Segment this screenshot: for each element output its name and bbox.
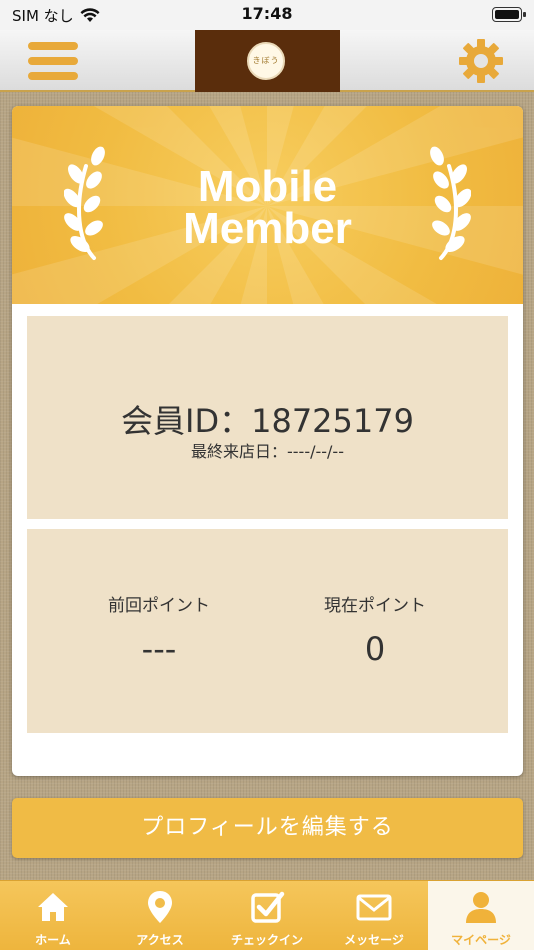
member-card: Mobile Member 会員ID：18725179 最終来店日：----/-… xyxy=(12,106,523,776)
tab-mypage[interactable]: マイページ xyxy=(428,881,534,950)
current-points-label: 現在ポイント xyxy=(324,596,426,616)
tab-access[interactable]: アクセス xyxy=(107,881,213,950)
previous-points-value: --- xyxy=(141,630,177,668)
mail-icon xyxy=(356,894,392,921)
tab-bar: ホーム アクセス チェックイン メッセージ マイページ xyxy=(0,880,534,950)
status-time: 17:48 xyxy=(241,4,293,23)
tab-access-label: アクセス xyxy=(136,933,184,947)
tab-message-label: メッセージ xyxy=(344,933,404,947)
current-points: 現在ポイント 0 xyxy=(255,591,495,668)
battery-icon xyxy=(492,7,526,22)
points-panel: 前回ポイント --- 現在ポイント 0 xyxy=(27,529,508,733)
tab-message[interactable]: メッセージ xyxy=(321,881,427,950)
map-pin-icon xyxy=(148,891,172,923)
tab-home-label: ホーム xyxy=(35,933,71,947)
tab-home[interactable]: ホーム xyxy=(0,881,106,950)
member-id-panel: 会員ID：18725179 最終来店日：----/--/-- xyxy=(27,316,508,519)
previous-points-label: 前回ポイント xyxy=(108,596,210,616)
previous-points: 前回ポイント --- xyxy=(39,591,279,668)
settings-button[interactable] xyxy=(456,36,506,86)
tab-checkin[interactable]: チェックイン xyxy=(214,881,320,950)
logo-mark: きぼう xyxy=(247,42,285,80)
member-banner: Mobile Member xyxy=(12,106,523,304)
app-header: きぼう xyxy=(0,30,534,92)
laurel-right-icon xyxy=(430,146,471,260)
current-points-value: 0 xyxy=(364,630,386,668)
gear-icon xyxy=(459,39,503,83)
checkbox-icon xyxy=(251,891,285,923)
member-id: 会員ID：18725179 xyxy=(121,402,414,440)
person-icon xyxy=(466,892,496,923)
brand-logo[interactable]: きぼう xyxy=(195,30,340,92)
menu-button[interactable] xyxy=(28,40,80,82)
home-icon xyxy=(38,893,68,921)
status-bar: SIM なし 17:48 xyxy=(0,0,534,30)
last-visit-date: 最終来店日：----/--/-- xyxy=(191,442,344,461)
edit-profile-button[interactable]: プロフィールを編集する xyxy=(12,798,523,858)
tab-mypage-label: マイページ xyxy=(451,933,511,947)
tab-checkin-label: チェックイン xyxy=(230,933,303,947)
